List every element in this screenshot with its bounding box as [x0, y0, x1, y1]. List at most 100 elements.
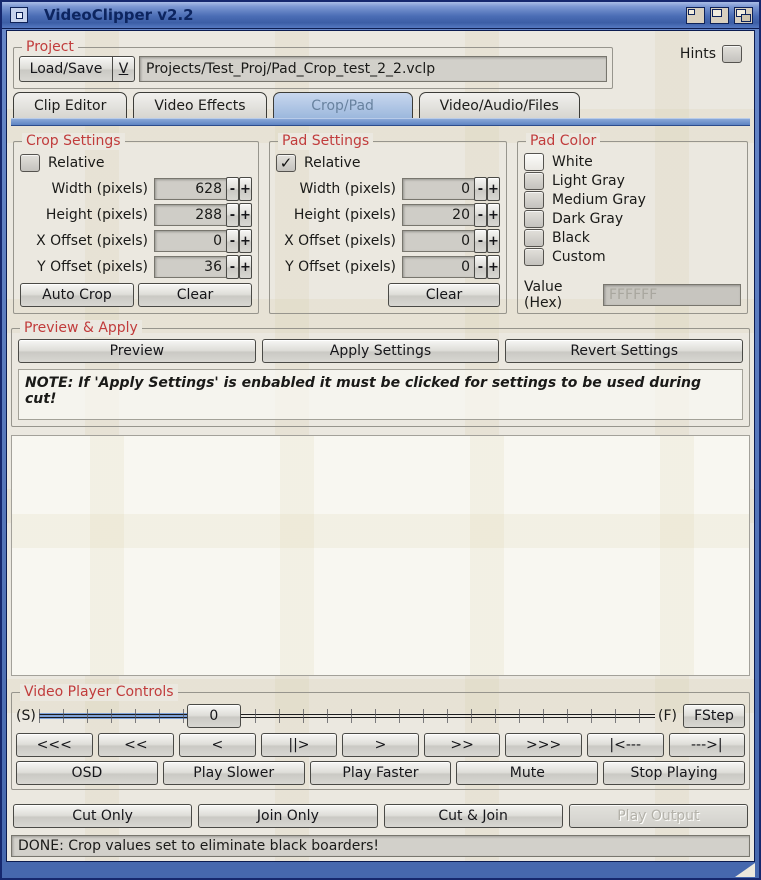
goto-start-button[interactable]: |<--- [587, 733, 664, 757]
join-only-button[interactable]: Join Only [198, 804, 377, 828]
mute-button[interactable]: Mute [456, 761, 598, 785]
preview-button[interactable]: Preview [18, 339, 256, 363]
seek-slider-track[interactable]: 0 [39, 704, 655, 728]
medium-gray-checkbox[interactable] [524, 191, 544, 209]
tab-video-effects[interactable]: Video Effects [133, 92, 266, 118]
window-content: Project Load/Save V Projects/Test_Proj/P… [6, 30, 755, 862]
apply-note: NOTE: If 'Apply Settings' is enbabled it… [18, 369, 743, 420]
tab-clip-editor[interactable]: Clip Editor [13, 92, 127, 118]
zoom-window-icon[interactable] [710, 7, 729, 24]
crop-xoffset-increment-button[interactable]: + [239, 229, 252, 253]
pad-xoffset-increment-button[interactable]: + [487, 229, 500, 253]
auto-crop-button[interactable]: Auto Crop [20, 283, 134, 307]
project-path-field[interactable]: Projects/Test_Proj/Pad_Crop_test_2_2.vcl… [139, 56, 607, 82]
pad-color-option-white: White [524, 152, 741, 171]
forward-fast-button[interactable]: >>> [505, 733, 582, 757]
crop-relative-checkbox[interactable] [20, 154, 40, 172]
window-frame: Project Load/Save V Projects/Test_Proj/P… [2, 29, 759, 878]
cut-and-join-button[interactable]: Cut & Join [384, 804, 563, 828]
fstep-button[interactable]: FStep [683, 704, 745, 728]
crop-xoffset-decrement-button[interactable]: - [226, 229, 239, 253]
black-label: Black [552, 230, 590, 246]
dark-gray-checkbox[interactable] [524, 210, 544, 228]
osd-button[interactable]: OSD [16, 761, 158, 785]
white-checkbox[interactable] [524, 153, 544, 171]
pad-settings-group: Pad Settings ✓ Relative Width (pixels) 0… [269, 141, 507, 314]
pad-color-option-custom: Custom [524, 247, 741, 266]
crop-width-increment-button[interactable]: + [239, 177, 252, 201]
pad-width-row: Width (pixels) 0 - + [276, 176, 500, 202]
pad-relative-label: Relative [304, 155, 360, 171]
pad-width-increment-button[interactable]: + [487, 177, 500, 201]
light-gray-checkbox[interactable] [524, 172, 544, 190]
crop-yoffset-decrement-button[interactable]: - [226, 255, 239, 279]
pad-yoffset-row: Y Offset (pixels) 0 - + [276, 254, 500, 280]
goto-end-button[interactable]: --->| [669, 733, 746, 757]
depth-front-glyph [741, 14, 751, 22]
action-buttons-row: Cut Only Join Only Cut & Join Play Outpu… [11, 804, 750, 828]
pad-yoffset-increment-button[interactable]: + [487, 255, 500, 279]
pad-yoffset-decrement-button[interactable]: - [474, 255, 487, 279]
pad-xoffset-field[interactable]: 0 [402, 230, 474, 252]
load-save-button[interactable]: Load/Save [19, 56, 113, 82]
pad-color-option-black: Black [524, 228, 741, 247]
pad-clear-button[interactable]: Clear [388, 283, 500, 307]
pad-height-decrement-button[interactable]: - [474, 203, 487, 227]
step-forward-button[interactable]: > [342, 733, 419, 757]
tab-bar: Clip Editor Video Effects Crop/Pad Video… [11, 91, 750, 118]
tab-crop-pad[interactable]: Crop/Pad [273, 92, 413, 118]
status-bar: DONE: Crop values set to eliminate black… [11, 835, 750, 857]
title-bar: VideoClipper v2.2 [2, 2, 759, 29]
play-pause-button[interactable]: ||> [261, 733, 338, 757]
rewind-fast-button[interactable]: <<< [16, 733, 93, 757]
seek-slider-row: (S) 0 (F) FStep [16, 703, 745, 729]
custom-checkbox[interactable] [524, 248, 544, 266]
crop-buttons-row: Auto Crop Clear [20, 283, 252, 307]
pad-xoffset-decrement-button[interactable]: - [474, 229, 487, 253]
hex-value-field[interactable]: FFFFFF [603, 284, 741, 306]
close-window-icon[interactable] [10, 7, 28, 23]
hints-checkbox[interactable] [722, 45, 742, 63]
step-back-button[interactable]: < [179, 733, 256, 757]
pad-yoffset-label: Y Offset (pixels) [276, 259, 402, 275]
crop-width-decrement-button[interactable]: - [226, 177, 239, 201]
resize-handle-icon[interactable] [735, 863, 755, 877]
pad-width-field[interactable]: 0 [402, 178, 474, 200]
load-save-dropdown-button[interactable]: V [113, 56, 135, 82]
pad-width-decrement-button[interactable]: - [474, 177, 487, 201]
pad-settings-label: Pad Settings [278, 133, 373, 150]
stop-playing-button[interactable]: Stop Playing [603, 761, 745, 785]
pad-relative-checkbox[interactable]: ✓ [276, 154, 296, 172]
crop-yoffset-increment-button[interactable]: + [239, 255, 252, 279]
apply-settings-button[interactable]: Apply Settings [262, 339, 500, 363]
cut-only-button[interactable]: Cut Only [13, 804, 192, 828]
dark-gray-label: Dark Gray [552, 211, 623, 227]
crop-width-field[interactable]: 628 [154, 178, 226, 200]
pad-yoffset-field[interactable]: 0 [402, 256, 474, 278]
pad-color-option-dark-gray: Dark Gray [524, 209, 741, 228]
tab-video-audio-files[interactable]: Video/Audio/Files [419, 92, 580, 118]
crop-height-field[interactable]: 288 [154, 204, 226, 226]
medium-gray-label: Medium Gray [552, 192, 646, 208]
seek-slider-handle[interactable]: 0 [187, 704, 241, 728]
settings-row: Crop Settings Relative Width (pixels) 62… [11, 141, 750, 314]
crop-clear-button[interactable]: Clear [138, 283, 252, 307]
crop-xoffset-field[interactable]: 0 [154, 230, 226, 252]
crop-settings-group: Crop Settings Relative Width (pixels) 62… [13, 141, 259, 314]
play-faster-button[interactable]: Play Faster [310, 761, 452, 785]
black-checkbox[interactable] [524, 229, 544, 247]
iconify-window-icon[interactable] [686, 7, 705, 24]
crop-height-decrement-button[interactable]: - [226, 203, 239, 227]
crop-xoffset-row: X Offset (pixels) 0 - + [20, 228, 252, 254]
rewind-button[interactable]: << [98, 733, 175, 757]
crop-height-increment-button[interactable]: + [239, 203, 252, 227]
play-slower-button[interactable]: Play Slower [163, 761, 305, 785]
crop-yoffset-label: Y Offset (pixels) [20, 259, 154, 275]
pad-height-field[interactable]: 20 [402, 204, 474, 226]
pad-height-increment-button[interactable]: + [487, 203, 500, 227]
depth-window-icon[interactable] [734, 7, 753, 24]
crop-yoffset-field[interactable]: 36 [154, 256, 226, 278]
revert-settings-button[interactable]: Revert Settings [505, 339, 743, 363]
forward-button[interactable]: >> [424, 733, 501, 757]
pad-buttons-row: Clear [276, 283, 500, 307]
